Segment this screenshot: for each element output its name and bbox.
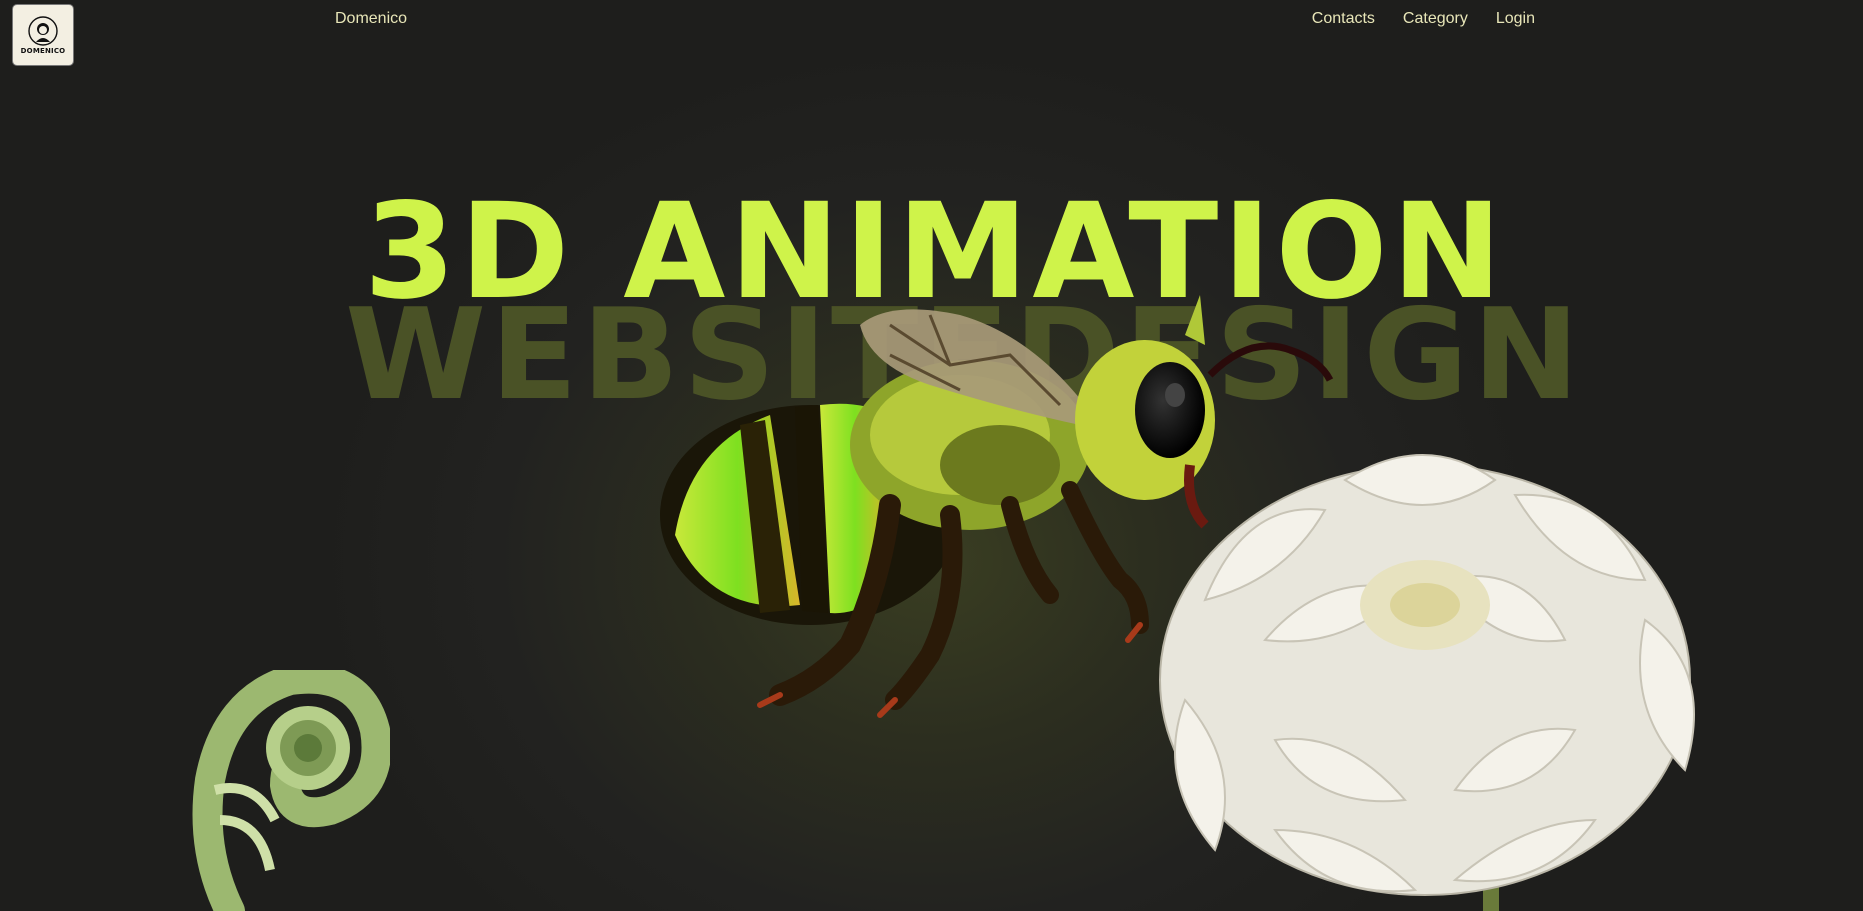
fern-illustration <box>192 670 390 911</box>
logo-text: DOMENICO <box>20 46 66 55</box>
site-logo[interactable]: DOMENICO <box>13 5 73 65</box>
logo-portrait-icon <box>28 15 58 46</box>
brand-link[interactable]: Domenico <box>335 10 407 28</box>
nav-category[interactable]: Category <box>1403 10 1468 28</box>
main-nav: Contacts Category Login <box>1312 10 1535 28</box>
nav-login[interactable]: Login <box>1496 10 1535 28</box>
chrysanthemum-illustration <box>1159 454 1695 911</box>
nav-contacts[interactable]: Contacts <box>1312 10 1375 28</box>
